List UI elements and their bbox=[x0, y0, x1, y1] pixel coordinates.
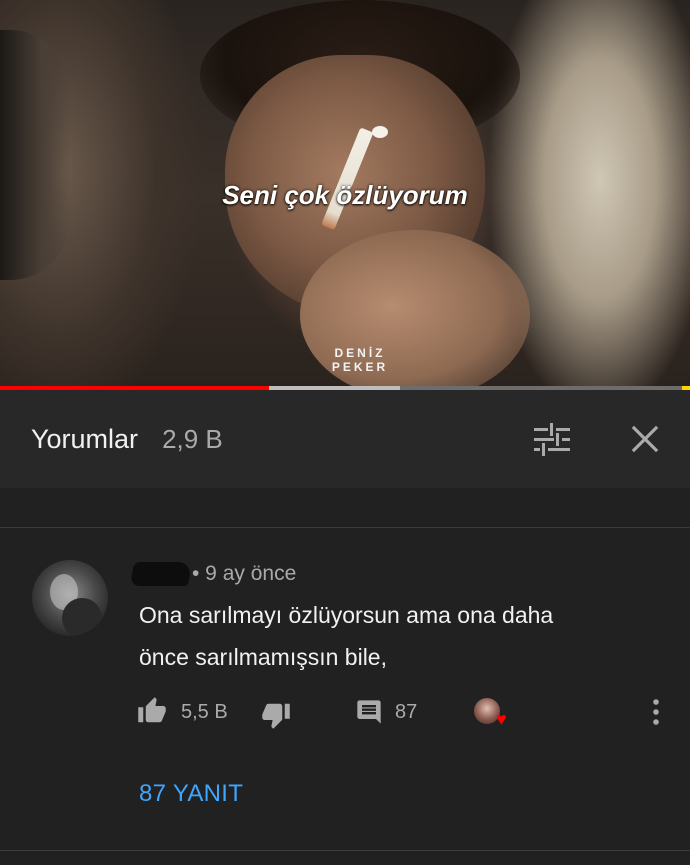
comments-count: 2,9 B bbox=[162, 424, 223, 454]
creator-heart-icon: ♥ bbox=[474, 696, 514, 730]
watermark-line-1: DENİZ bbox=[334, 346, 386, 360]
author-name-redacted bbox=[129, 562, 193, 586]
avatar-figure-shadow bbox=[62, 598, 102, 636]
comment-actions: 5,5 B 87 ♥ bbox=[137, 696, 677, 730]
more-options-icon[interactable] bbox=[646, 696, 666, 730]
comment-text: Ona sarılmayı özlüyorsun ama ona daha ön… bbox=[139, 594, 639, 678]
comment-text-line-1: Ona sarılmayı özlüyorsun ama ona daha bbox=[139, 602, 554, 628]
divider bbox=[0, 850, 690, 851]
comment-time: • 9 ay önce bbox=[192, 562, 297, 585]
comments-title-row: Yorumlar 2,9 B bbox=[31, 424, 223, 455]
video-caption: Seni çok özlüyorum bbox=[222, 180, 468, 210]
reply-count: 87 bbox=[395, 701, 418, 723]
sort-filter-icon[interactable] bbox=[534, 422, 570, 458]
video-cigarette-tip bbox=[372, 126, 388, 138]
view-replies-button[interactable]: 87 YANIT bbox=[139, 780, 243, 808]
video-watermark: DENİZ PEKER bbox=[320, 346, 400, 374]
watermark-line-2: PEKER bbox=[331, 360, 389, 374]
avatar[interactable] bbox=[32, 560, 108, 636]
close-icon[interactable] bbox=[626, 420, 664, 458]
divider bbox=[0, 527, 690, 528]
video-player[interactable]: Seni çok özlüyorum DENİZ PEKER bbox=[0, 0, 690, 390]
section-gap bbox=[0, 488, 690, 528]
heart-icon: ♥ bbox=[496, 709, 507, 729]
comments-title: Yorumlar bbox=[31, 424, 139, 454]
video-background bbox=[0, 30, 70, 280]
comments-header: Yorumlar 2,9 B bbox=[0, 390, 690, 488]
reply-icon[interactable] bbox=[355, 698, 383, 726]
dislike-icon[interactable] bbox=[261, 700, 291, 730]
like-count: 5,5 B bbox=[181, 701, 228, 723]
like-icon[interactable] bbox=[137, 696, 167, 726]
comment-text-line-2: önce sarılmamışsın bile, bbox=[139, 644, 387, 670]
